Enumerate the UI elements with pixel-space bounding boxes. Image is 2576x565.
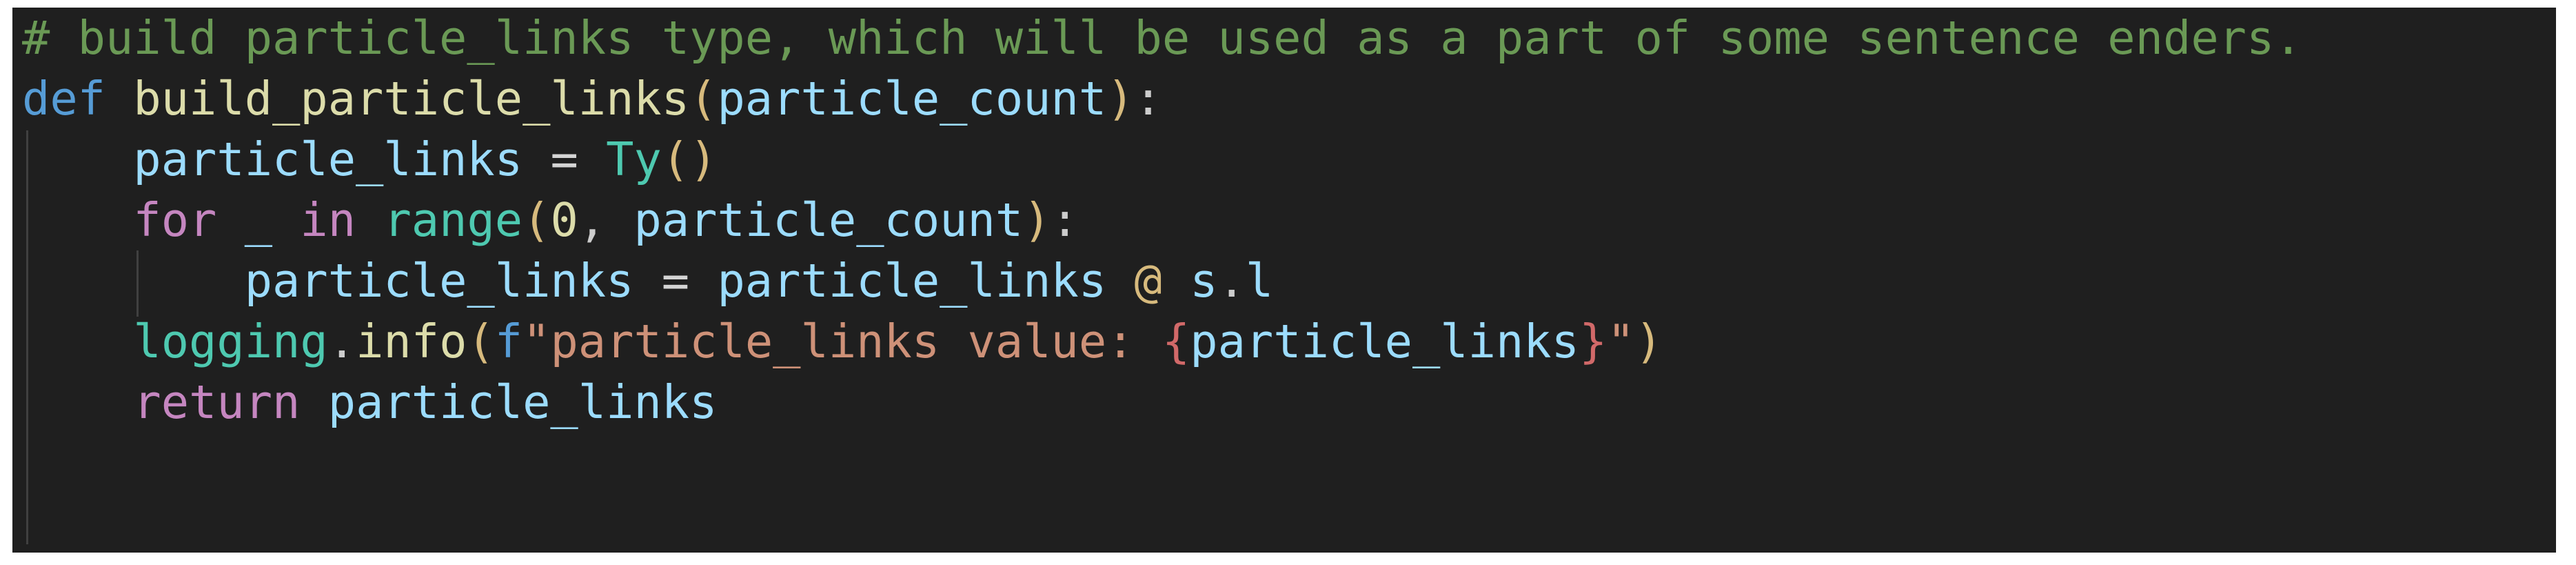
token-paren: ( bbox=[523, 193, 551, 247]
token-builtin: range bbox=[383, 193, 523, 247]
code-line[interactable]: # build particle_links type, which will … bbox=[12, 8, 2556, 68]
token-fbrace: } bbox=[1579, 315, 1608, 368]
code-line[interactable]: particle_links = particle_links @ s.l bbox=[12, 250, 2556, 311]
token-punct: : bbox=[1051, 193, 1079, 247]
token-paren: ) bbox=[1634, 315, 1663, 368]
token-at: @ bbox=[1134, 254, 1162, 308]
token-op: = bbox=[661, 254, 690, 308]
token-punct: . bbox=[327, 315, 356, 368]
token-paren: ( bbox=[467, 315, 495, 368]
token-paren: ) bbox=[1106, 72, 1135, 126]
token-string: particle_links value: bbox=[550, 315, 1162, 368]
code-line[interactable]: return particle_links bbox=[12, 372, 2556, 433]
token-punct: : bbox=[1134, 72, 1162, 126]
code-editor-surface[interactable]: # build particle_links type, which will … bbox=[12, 8, 2556, 553]
token-var: particle_links bbox=[327, 375, 718, 429]
code-line-text: particle_links = particle_links @ s.l bbox=[12, 250, 1274, 311]
code-line-text: # build particle_links type, which will … bbox=[12, 8, 2302, 68]
token-var: particle_count bbox=[633, 193, 1024, 247]
token-paren: ( bbox=[661, 132, 690, 186]
code-line-text: return particle_links bbox=[12, 372, 717, 433]
token-paren: ( bbox=[689, 72, 718, 126]
token-var: s bbox=[1190, 254, 1218, 308]
code-line[interactable]: for _ in range(0, particle_count): bbox=[12, 190, 2556, 250]
code-line-text: logging.info(f"particle_links value: {pa… bbox=[12, 311, 1663, 372]
token-class: Ty bbox=[606, 132, 662, 186]
token-num: 0 bbox=[550, 193, 578, 247]
token-var: _ bbox=[244, 193, 273, 247]
token-punct: . bbox=[1217, 254, 1246, 308]
token-param: particle_count bbox=[717, 72, 1107, 126]
token-paren: ) bbox=[1023, 193, 1051, 247]
token-op: = bbox=[550, 132, 578, 186]
token-var: particle_links bbox=[1190, 315, 1579, 368]
code-line[interactable]: def build_particle_links(particle_count)… bbox=[12, 68, 2556, 129]
token-string: " bbox=[1607, 315, 1635, 368]
token-keyword: def bbox=[22, 72, 106, 126]
token-keyword: f bbox=[494, 315, 523, 368]
token-class: logging bbox=[133, 315, 328, 368]
token-string: " bbox=[523, 315, 551, 368]
token-var: particle_links bbox=[244, 254, 634, 308]
token-punct: , bbox=[578, 193, 607, 247]
token-comment: # build particle_links type, which will … bbox=[22, 11, 2302, 65]
token-var: l bbox=[1245, 254, 1274, 308]
token-control: return bbox=[133, 375, 301, 429]
token-control: for bbox=[133, 193, 217, 247]
token-paren: ) bbox=[689, 132, 718, 186]
code-line-text: particle_links = Ty() bbox=[12, 129, 718, 190]
code-line-text: for _ in range(0, particle_count): bbox=[12, 190, 1079, 250]
token-var: particle_links bbox=[133, 132, 523, 186]
token-func: info bbox=[356, 315, 467, 368]
code-line[interactable]: logging.info(f"particle_links value: {pa… bbox=[12, 311, 2556, 372]
token-func: build_particle_links bbox=[133, 72, 690, 126]
code-line[interactable]: particle_links = Ty() bbox=[12, 129, 2556, 190]
token-fbrace: { bbox=[1162, 315, 1190, 368]
code-content[interactable]: # build particle_links type, which will … bbox=[12, 8, 2556, 553]
code-line-text: def build_particle_links(particle_count)… bbox=[12, 68, 1162, 129]
token-var: particle_links bbox=[717, 254, 1107, 308]
token-control: in bbox=[300, 193, 356, 247]
screenshot-page: # build particle_links type, which will … bbox=[0, 0, 2576, 565]
